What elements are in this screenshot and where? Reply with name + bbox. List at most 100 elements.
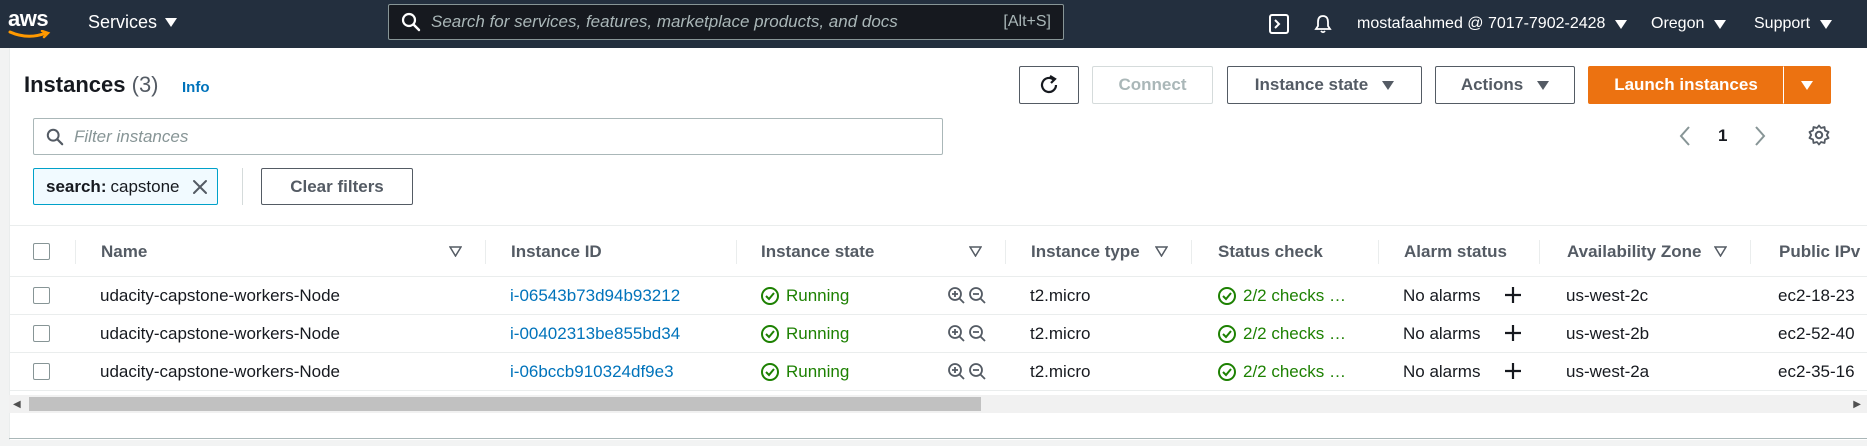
column-header-instance-state[interactable]: Instance state [761, 242, 874, 262]
refresh-icon [1040, 75, 1058, 94]
row-checkbox[interactable] [33, 325, 50, 342]
global-search-input[interactable] [431, 12, 1004, 32]
column-header-instance-id[interactable]: Instance ID [511, 242, 602, 262]
column-header-alarm-status[interactable]: Alarm status [1404, 242, 1507, 262]
check-circle-icon [1218, 363, 1236, 381]
page-title: Instances (3) [24, 72, 159, 98]
instance-state-badge: Running [760, 324, 849, 344]
status-check-link[interactable]: 2/2 checks … [1217, 324, 1346, 344]
global-search[interactable]: [Alt+S] [388, 4, 1064, 40]
column-header-status-check[interactable]: Status check [1218, 242, 1323, 262]
bell-icon [1314, 15, 1332, 34]
instance-type: t2.micro [1030, 324, 1091, 343]
page-title-text: Instances [24, 72, 126, 97]
row-checkbox[interactable] [33, 287, 50, 304]
table-row[interactable]: udacity-capstone-workers-Node i-00402313… [9, 315, 1867, 353]
instance-name: udacity-capstone-workers-Node [100, 362, 340, 381]
check-circle-icon [1218, 287, 1236, 305]
search-icon [401, 12, 421, 32]
divider [9, 438, 1867, 439]
cloudshell-button[interactable] [1268, 0, 1290, 48]
availability-zone: us-west-2c [1566, 286, 1649, 305]
info-link[interactable]: Info [182, 79, 210, 96]
launch-instances-button[interactable]: Launch instances [1588, 66, 1784, 104]
plus-icon[interactable] [1503, 285, 1523, 305]
clear-filters-label: Clear filters [290, 176, 384, 196]
clear-filters-button[interactable]: Clear filters [261, 168, 413, 205]
instance-state-label: Running [786, 362, 850, 381]
refresh-button[interactable] [1019, 66, 1079, 104]
column-divider [1750, 240, 1751, 264]
launch-instances-dropdown[interactable] [1783, 66, 1831, 104]
plus-icon[interactable] [1503, 323, 1523, 343]
check-circle-icon [1218, 325, 1236, 343]
sort-down-icon[interactable] [1155, 246, 1168, 257]
zoom-controls[interactable] [947, 362, 987, 381]
select-all-checkbox[interactable] [33, 243, 50, 260]
zoom-out-icon[interactable] [968, 362, 987, 381]
preferences-button[interactable] [1808, 124, 1830, 151]
connect-button[interactable]: Connect [1092, 66, 1213, 104]
status-check-label: 2/2 checks … [1243, 362, 1346, 381]
scroll-left-arrow-icon[interactable]: ◀ [13, 399, 21, 410]
scrollbar-thumb[interactable] [29, 397, 981, 411]
zoom-controls[interactable] [947, 324, 987, 343]
support-label: Support [1754, 15, 1811, 32]
sort-down-icon[interactable] [449, 246, 462, 257]
zoom-in-icon[interactable] [947, 362, 966, 381]
sort-down-icon[interactable] [969, 246, 982, 257]
plus-icon[interactable] [1503, 361, 1523, 381]
connect-label: Connect [1118, 75, 1187, 94]
alarm-status: No alarms [1403, 324, 1481, 343]
instance-type: t2.micro [1030, 362, 1091, 381]
page-number[interactable]: 1 [1718, 120, 1727, 152]
status-check-link[interactable]: 2/2 checks … [1217, 286, 1346, 306]
column-header-instance-type[interactable]: Instance type [1031, 242, 1140, 262]
column-header-name[interactable]: Name [101, 242, 147, 262]
instance-state-label: Running [786, 286, 850, 305]
instance-type: t2.micro [1030, 286, 1091, 305]
zoom-controls[interactable] [947, 286, 987, 305]
column-divider [1539, 240, 1540, 264]
filter-token-value: capstone [110, 176, 180, 196]
instance-name: udacity-capstone-workers-Node [100, 286, 340, 305]
instance-id-link[interactable]: i-00402313be855bd34 [510, 324, 680, 344]
column-header-availability-zone[interactable]: Availability Zone [1567, 242, 1701, 262]
public-dns: ec2-18-23 [1778, 286, 1855, 305]
horizontal-scrollbar[interactable]: ◀ ▶ [9, 395, 1867, 413]
close-icon[interactable] [191, 178, 209, 196]
filter-instances[interactable] [33, 118, 943, 155]
gear-icon [1808, 124, 1830, 146]
services-menu[interactable]: Services [88, 12, 178, 33]
caret-down-icon [1801, 80, 1813, 90]
status-check-link[interactable]: 2/2 checks … [1217, 362, 1346, 382]
table-row[interactable]: udacity-capstone-workers-Node i-06bccb91… [9, 353, 1867, 391]
actions-label: Actions [1460, 75, 1524, 94]
instance-state-button[interactable]: Instance state [1227, 66, 1422, 104]
zoom-out-icon[interactable] [968, 286, 987, 305]
support-menu[interactable]: Support [1754, 15, 1833, 33]
filter-instances-input[interactable] [74, 126, 942, 147]
next-page-button[interactable] [1753, 120, 1767, 152]
actions-button[interactable]: Actions [1435, 66, 1575, 104]
prev-page-button[interactable] [1678, 120, 1692, 152]
instance-id-link[interactable]: i-06bccb910324df9e3 [510, 362, 674, 382]
zoom-out-icon[interactable] [968, 324, 987, 343]
instance-name: udacity-capstone-workers-Node [100, 324, 340, 343]
caret-down-icon [1714, 19, 1727, 29]
scroll-right-arrow-icon[interactable]: ▶ [1853, 399, 1861, 410]
notifications-button[interactable] [1312, 0, 1334, 48]
aws-logo[interactable]: aws [6, 4, 56, 42]
sort-down-icon[interactable] [1714, 246, 1727, 257]
zoom-in-icon[interactable] [947, 324, 966, 343]
divider [242, 168, 243, 205]
instance-id-link[interactable]: i-06543b73d94b93212 [510, 286, 680, 306]
alarm-status: No alarms [1403, 286, 1481, 305]
table-row[interactable]: udacity-capstone-workers-Node i-06543b73… [9, 277, 1867, 315]
region-menu[interactable]: Oregon [1651, 15, 1727, 33]
zoom-in-icon[interactable] [947, 286, 966, 305]
column-header-public-ipv4[interactable]: Public IPv [1779, 242, 1860, 262]
public-dns: ec2-52-40 [1778, 324, 1855, 343]
row-checkbox[interactable] [33, 363, 50, 380]
account-menu[interactable]: mostafaahmed @ 7017-7902-2428 [1357, 15, 1628, 33]
